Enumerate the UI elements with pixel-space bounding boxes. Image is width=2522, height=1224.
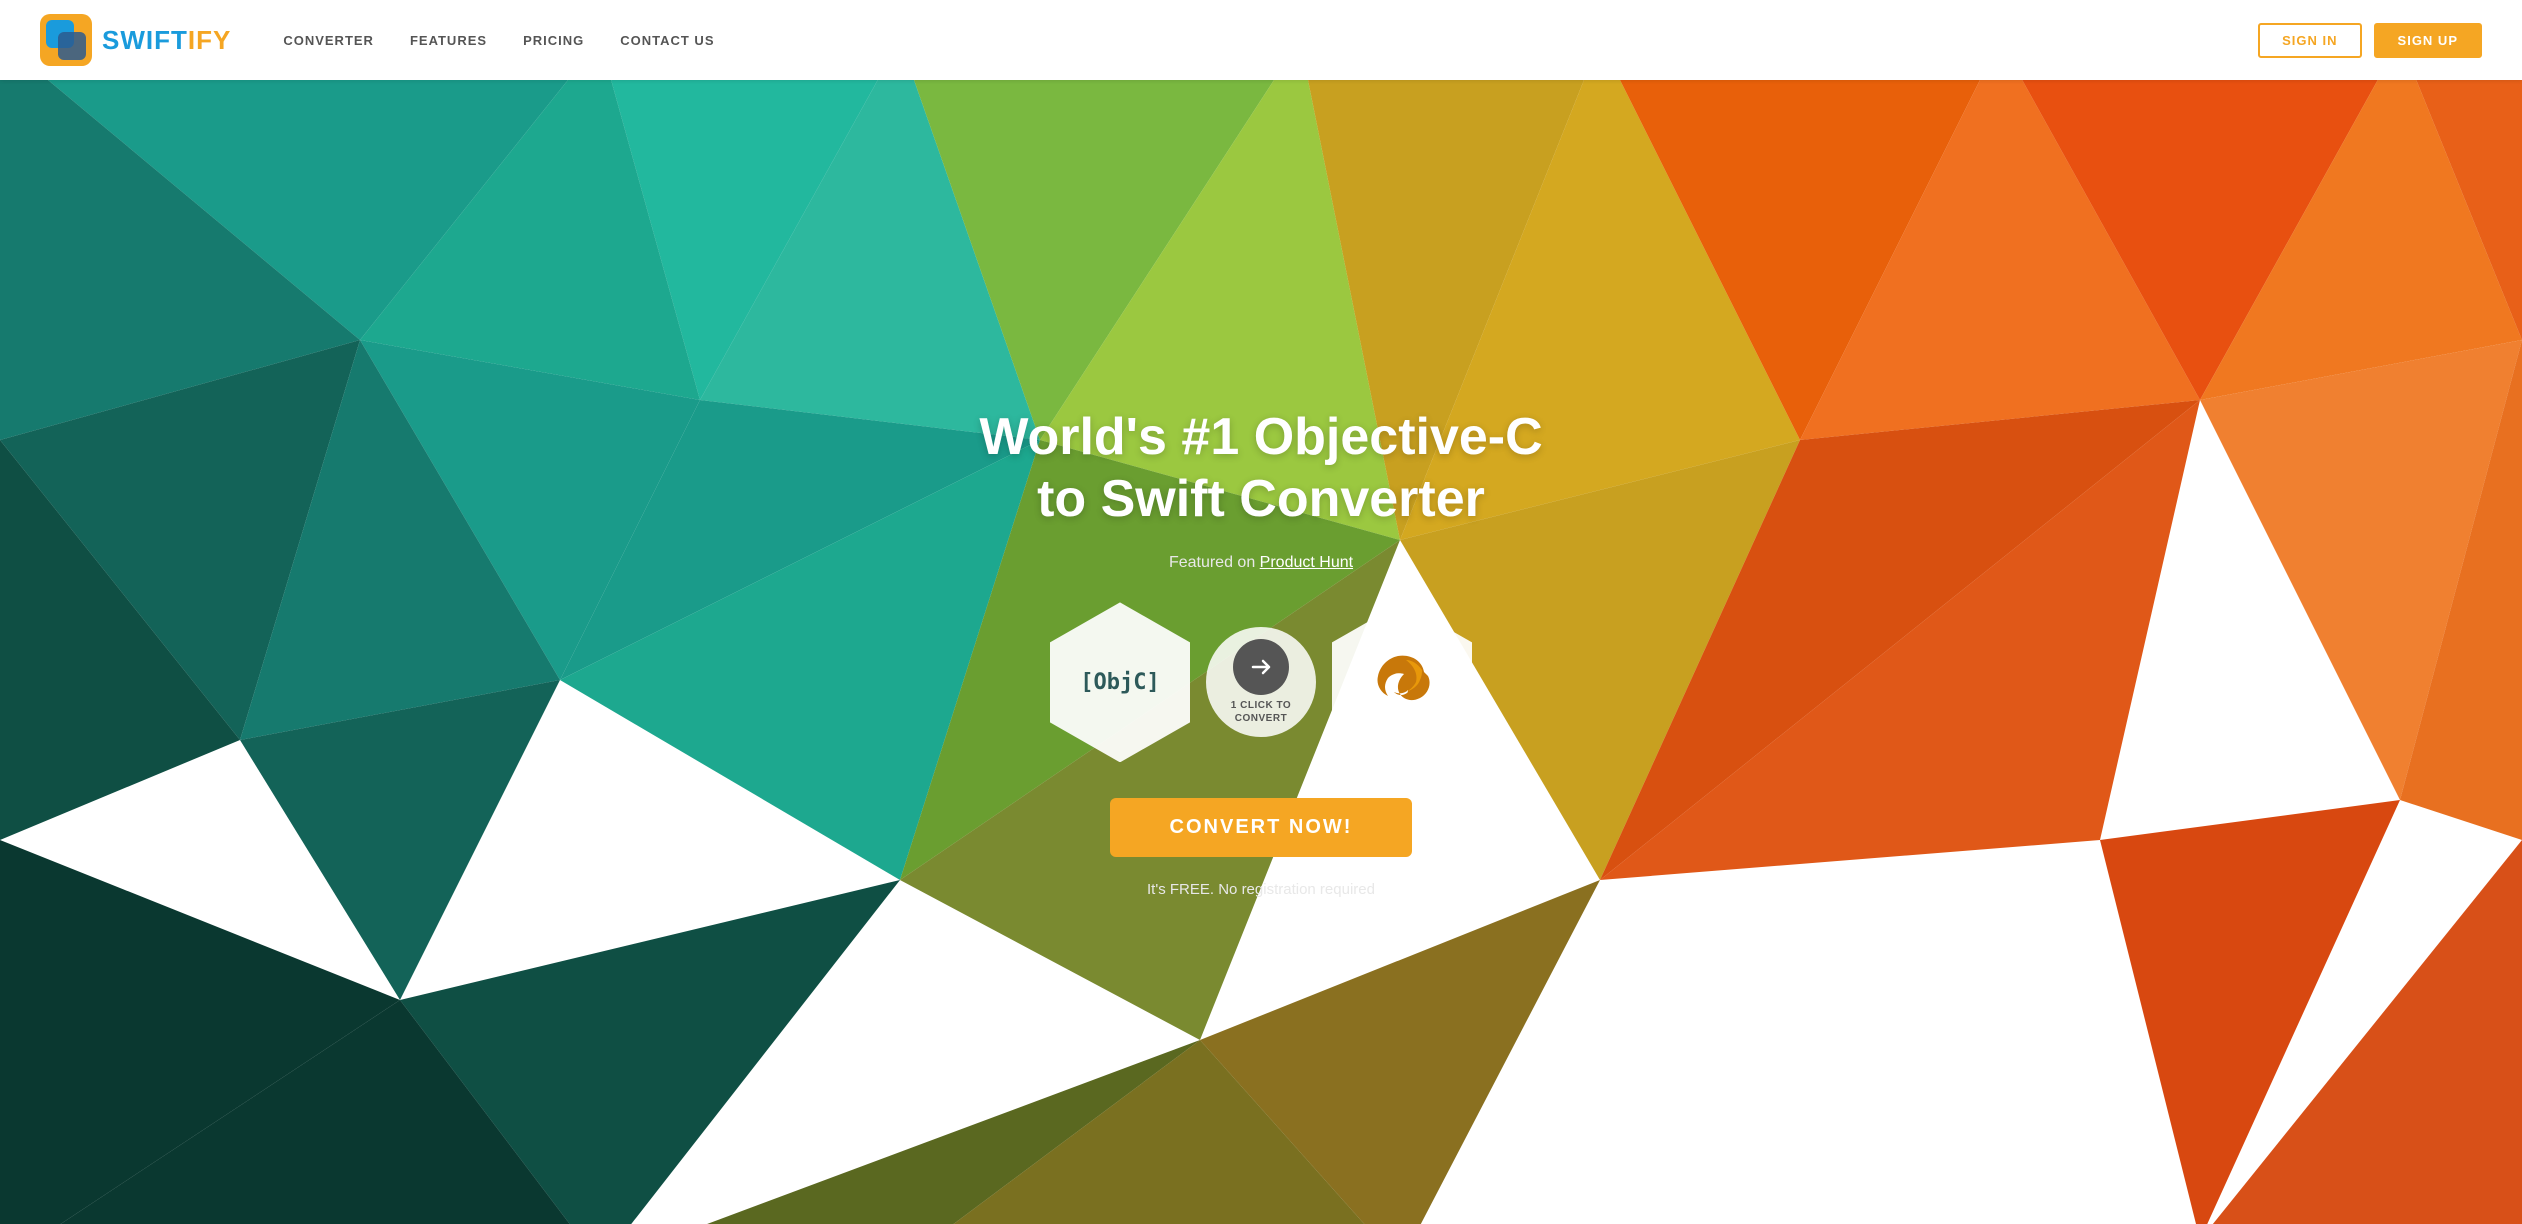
swift-hexagon-inner [1332,602,1472,762]
arrow-circle: 1 CLICK TO CONVERT [1206,627,1316,737]
nav: CONVERTER FEATURES PRICING CONTACT US [283,33,714,48]
hero-featured: Featured on Product Hunt [1169,554,1353,572]
nav-features[interactable]: FEATURES [410,33,487,48]
header: SWIFTIFY CONVERTER FEATURES PRICING CONT… [0,0,2522,80]
converter-icons-row: [ObjC] 1 CLICK TO CONVERT [1050,602,1472,762]
arrow-label: 1 CLICK TO CONVERT [1231,699,1291,725]
arrow-icon [1247,653,1275,681]
header-right: SIGN IN SIGN UP [2258,23,2482,58]
logo[interactable]: SWIFTIFY [40,14,231,66]
hero-subtext: It's FREE. No registration required [1147,881,1375,898]
swift-bird-icon [1370,650,1434,714]
nav-pricing[interactable]: PRICING [523,33,584,48]
arrow-label-line2: CONVERT [1235,713,1287,724]
logo-swift: SWIFT [102,25,188,55]
product-hunt-link[interactable]: Product Hunt [1260,554,1353,571]
arrow-circle-inner [1233,639,1289,695]
hero-title-line2: to Swift Converter [1037,470,1485,528]
header-left: SWIFTIFY CONVERTER FEATURES PRICING CONT… [40,14,715,66]
nav-converter[interactable]: CONVERTER [283,33,374,48]
hero-content: World's #1 Objective-C to Swift Converte… [979,406,1542,899]
nav-contact[interactable]: CONTACT US [620,33,714,48]
signup-button[interactable]: SIGN UP [2374,23,2482,58]
convert-now-button[interactable]: CONVERT NOW! [1110,798,1413,857]
logo-ify: IFY [188,25,231,55]
logo-text: SWIFTIFY [102,25,231,56]
featured-prefix: Featured on [1169,554,1260,571]
objc-label: [ObjC] [1080,670,1159,695]
objc-hexagon: [ObjC] [1050,602,1190,762]
hero-title: World's #1 Objective-C to Swift Converte… [979,406,1542,531]
arrow-label-line1: 1 CLICK TO [1231,700,1291,711]
hero-section: World's #1 Objective-C to Swift Converte… [0,80,2522,1224]
logo-icon [40,14,92,66]
hero-title-line1: World's #1 Objective-C [979,408,1542,466]
signin-button[interactable]: SIGN IN [2258,23,2361,58]
objc-hexagon-inner: [ObjC] [1050,602,1190,762]
swift-hexagon [1332,602,1472,762]
